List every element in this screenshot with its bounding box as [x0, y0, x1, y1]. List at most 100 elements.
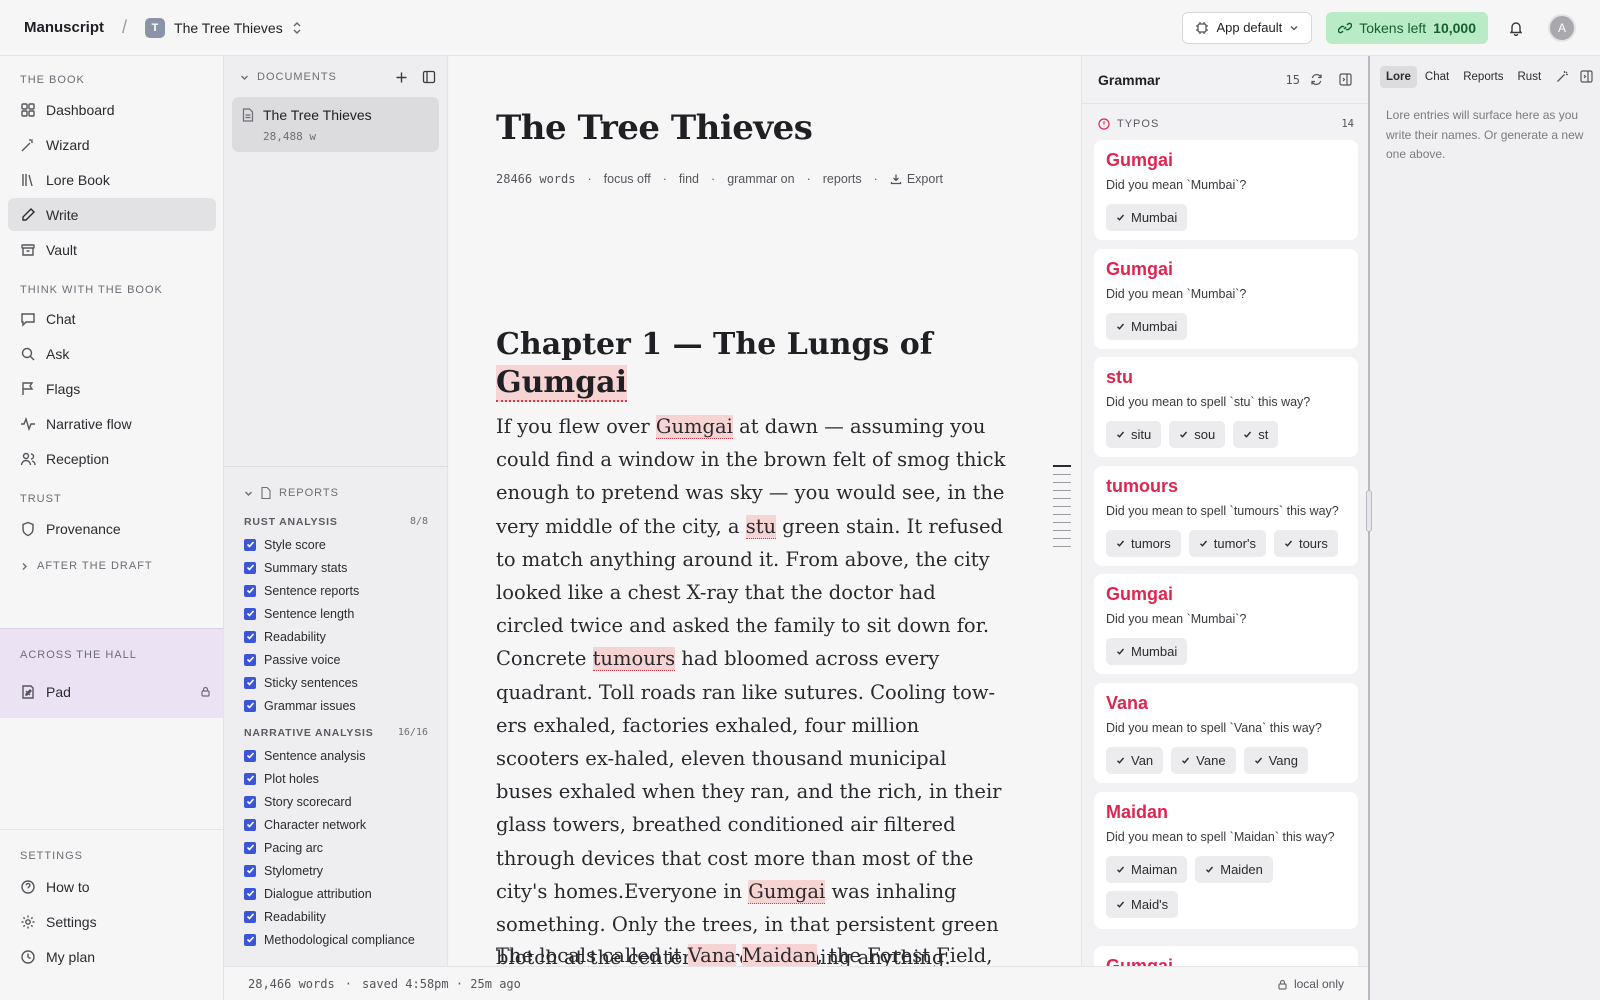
checkbox-checked-icon[interactable] [244, 653, 256, 666]
checkbox-checked-icon[interactable] [244, 749, 256, 762]
suggestion-button[interactable]: Maiman [1106, 856, 1188, 883]
tab-rust[interactable]: Rust [1512, 66, 1548, 88]
report-option[interactable]: Pacing arc [224, 836, 448, 859]
wand-icon[interactable] [1556, 70, 1569, 83]
suggestion-button[interactable]: situ [1106, 421, 1162, 448]
typo-highlight[interactable]: Gumgai [496, 365, 627, 402]
grammar-toggle[interactable]: grammar on [727, 172, 794, 186]
sidebar-item-flags[interactable]: Flags [8, 372, 216, 405]
typo-highlight[interactable]: tumours [592, 647, 676, 672]
report-option[interactable]: Sentence reports [224, 579, 448, 602]
typo-highlight[interactable]: Vana [687, 944, 736, 966]
tokens-badge[interactable]: Tokens left 10,000 [1326, 11, 1488, 44]
suggestion-button[interactable]: Vane [1171, 747, 1236, 774]
tab-reports[interactable]: Reports [1457, 66, 1509, 88]
refresh-icon[interactable] [1310, 73, 1323, 86]
sidebar-item-ask[interactable]: Ask [8, 337, 216, 370]
checkbox-checked-icon[interactable] [244, 561, 256, 574]
suggestion-button[interactable]: Mumbai [1106, 313, 1188, 340]
reports-toggle[interactable]: reports [823, 172, 862, 186]
report-option[interactable]: Sentence analysis [224, 744, 448, 767]
suggestion-button[interactable]: tumor's [1188, 530, 1266, 557]
typo-card[interactable]: Vana Did you mean to spell `Vana` this wa… [1094, 683, 1358, 783]
checkbox-checked-icon[interactable] [244, 841, 256, 854]
tab-chat[interactable]: Chat [1419, 66, 1455, 88]
typo-card[interactable]: Maidan Did you mean to spell `Maidan` thi… [1094, 792, 1358, 929]
collapse-panel-icon[interactable] [1339, 73, 1352, 86]
checkbox-checked-icon[interactable] [244, 607, 256, 620]
bell-icon[interactable] [1508, 20, 1524, 36]
collapse-panel-icon[interactable] [1580, 70, 1593, 83]
suggestion-button[interactable]: st [1233, 421, 1279, 448]
document-minimap[interactable] [1053, 465, 1071, 554]
checkbox-checked-icon[interactable] [244, 864, 256, 877]
checkbox-checked-icon[interactable] [244, 887, 256, 900]
sidebar-item-how-to[interactable]: How to [8, 870, 216, 903]
app-brand[interactable]: Manuscript [24, 19, 104, 36]
sidebar-item-provenance[interactable]: Provenance [8, 512, 216, 545]
document-title-heading[interactable]: The Tree Thieves [496, 108, 813, 148]
sidebar-item-settings[interactable]: Settings [8, 905, 216, 938]
checkbox-checked-icon[interactable] [244, 795, 256, 808]
export-button[interactable]: Export [890, 172, 943, 186]
model-select[interactable]: App default [1182, 11, 1313, 44]
suggestion-button[interactable]: Mumbai [1106, 638, 1188, 665]
sidebar-item-pad[interactable]: Pad [8, 675, 215, 708]
report-option[interactable]: Dialogue attribution [224, 882, 448, 905]
project-switcher[interactable]: T The Tree Thieves [145, 17, 303, 38]
sidebar-item-lore-book[interactable]: Lore Book [8, 163, 216, 196]
report-option[interactable]: Stylometry [224, 859, 448, 882]
sidebar-item-my-plan[interactable]: My plan [8, 940, 216, 973]
report-option[interactable]: Readability [224, 905, 448, 928]
report-option[interactable]: Grammar issues [224, 694, 448, 717]
tab-lore[interactable]: Lore [1380, 66, 1417, 88]
report-option[interactable]: Readability [224, 625, 448, 648]
report-option[interactable]: Passive voice [224, 648, 448, 671]
report-option[interactable]: Sticky sentences [224, 671, 448, 694]
report-option[interactable]: Story scorecard [224, 790, 448, 813]
plus-icon[interactable] [395, 71, 408, 84]
suggestion-button[interactable]: tumors [1106, 530, 1181, 557]
checkbox-checked-icon[interactable] [244, 676, 256, 689]
sidebar-item-narrative-flow[interactable]: Narrative flow [8, 407, 216, 440]
checkbox-checked-icon[interactable] [244, 818, 256, 831]
sidebar-item-reception[interactable]: Reception [8, 442, 216, 475]
typo-card[interactable]: Gumgai [1094, 946, 1358, 966]
sidebar-toggle-icon[interactable] [422, 70, 436, 84]
checkbox-checked-icon[interactable] [244, 772, 256, 785]
report-option[interactable]: Sentence length [224, 602, 448, 625]
checkbox-checked-icon[interactable] [244, 584, 256, 597]
suggestion-button[interactable]: Maid's [1106, 891, 1179, 918]
typo-card[interactable]: stu Did you mean to spell `stu` this way?… [1094, 357, 1358, 457]
typo-highlight[interactable]: Maidan [742, 944, 817, 966]
after-the-draft-toggle[interactable]: AFTER THE DRAFT [20, 560, 153, 572]
document-item[interactable]: The Tree Thieves 28,488 w [232, 97, 439, 152]
suggestion-button[interactable]: tours [1273, 530, 1338, 557]
typo-card[interactable]: Gumgai Did you mean `Mumbai`? Mumbai [1094, 249, 1358, 349]
report-option[interactable]: Methodological compliance [224, 928, 448, 951]
chevron-down-icon[interactable] [240, 73, 249, 82]
sidebar-item-dashboard[interactable]: Dashboard [8, 93, 216, 126]
reports-header[interactable]: REPORTS [244, 487, 339, 499]
checkbox-checked-icon[interactable] [244, 538, 256, 551]
checkbox-checked-icon[interactable] [244, 630, 256, 643]
sidebar-item-wizard[interactable]: Wizard [8, 128, 216, 161]
typo-card[interactable]: Gumgai Did you mean `Mumbai`? Mumbai [1094, 140, 1358, 240]
paragraph-1[interactable]: If you flew over Gumgai at dawn — assumi… [496, 410, 1006, 966]
sidebar-item-chat[interactable]: Chat [8, 302, 216, 335]
report-option[interactable]: Style score [224, 533, 448, 556]
chapter-heading[interactable]: Chapter 1 — The Lungs of Gumgai [496, 326, 1016, 402]
typo-highlight[interactable]: Gumgai [655, 415, 733, 439]
report-option[interactable]: Summary stats [224, 556, 448, 579]
typo-card[interactable]: Gumgai Did you mean `Mumbai`? Mumbai [1094, 574, 1358, 674]
panel-resize-handle[interactable] [1366, 490, 1372, 532]
suggestion-button[interactable]: Maiden [1195, 856, 1273, 883]
find-button[interactable]: find [679, 172, 699, 186]
suggestion-button[interactable]: Mumbai [1106, 204, 1188, 231]
checkbox-checked-icon[interactable] [244, 933, 256, 946]
paragraph-2[interactable]: The locals called it Vana Maidan, the Fo… [496, 939, 1056, 966]
focus-toggle[interactable]: focus off [604, 172, 651, 186]
suggestion-button[interactable]: Van [1106, 747, 1164, 774]
typo-highlight[interactable]: Gumgai [748, 879, 826, 904]
suggestion-button[interactable]: sou [1169, 421, 1226, 448]
